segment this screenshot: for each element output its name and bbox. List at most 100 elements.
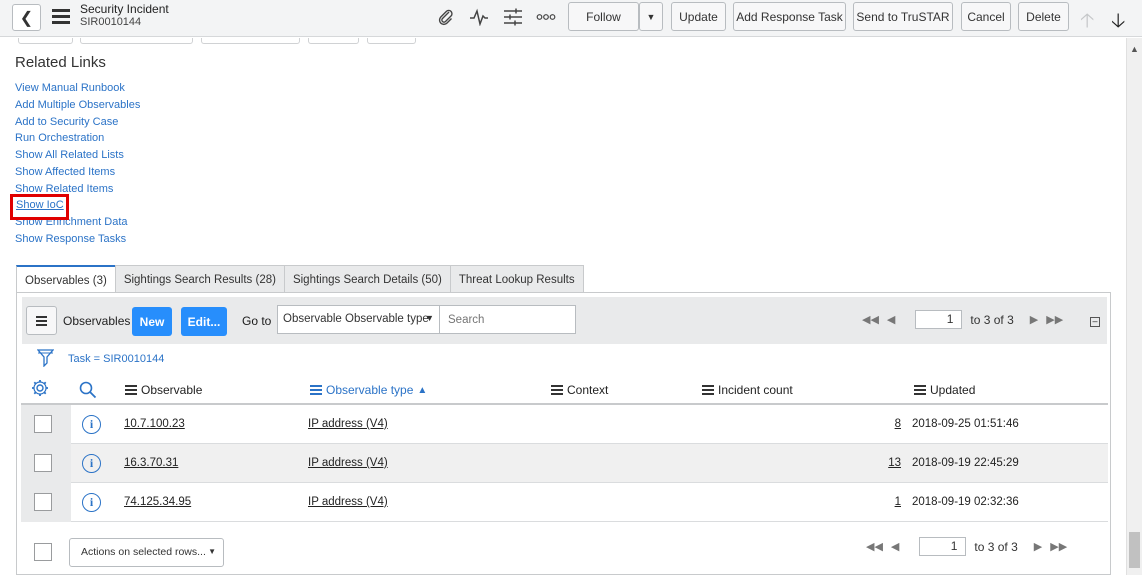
arrow-down-icon[interactable]: 🡣 <box>1111 6 1125 40</box>
pager-bottom: ◀◀ ◀ 1 to 3 of 3 ▶ ▶▶ <box>862 537 1071 556</box>
cutoff-button <box>367 38 416 44</box>
column-context[interactable]: Context <box>551 383 608 397</box>
back-icon: ❮ <box>19 9 34 27</box>
row-checkbox[interactable] <box>34 415 52 433</box>
column-observable[interactable]: Observable <box>125 383 202 397</box>
info-icon[interactable]: i <box>82 415 101 434</box>
observable-type-link[interactable]: IP address (V4) <box>308 496 388 508</box>
delete-button[interactable]: Delete <box>1018 2 1069 31</box>
new-button[interactable]: New <box>132 307 172 336</box>
tab-sightings-search-results[interactable]: Sightings Search Results (28) <box>114 265 285 293</box>
tab-sightings-search-details[interactable]: Sightings Search Details (50) <box>283 265 451 293</box>
chevron-down-icon: ▼ <box>425 313 434 323</box>
cutoff-button <box>308 38 359 44</box>
tab-observables[interactable]: Observables (3) <box>16 265 116 294</box>
cutoff-button <box>201 38 300 44</box>
update-button[interactable]: Update <box>671 2 726 31</box>
row-checkbox[interactable] <box>34 454 52 472</box>
first-page-icon[interactable]: ◀◀ <box>866 540 883 553</box>
page-input[interactable]: 1 <box>915 310 963 329</box>
select-all-checkbox[interactable] <box>34 543 52 561</box>
actions-select-value: Actions on selected rows... <box>81 546 206 558</box>
add-response-task-button[interactable]: Add Response Task <box>733 2 846 31</box>
observable-link[interactable]: 74.125.34.95 <box>124 496 191 508</box>
vertical-scrollbar[interactable]: ▲ <box>1126 38 1142 575</box>
send-to-trustar-button[interactable]: Send to TruSTAR <box>853 2 953 31</box>
follow-button[interactable]: Follow <box>568 2 639 31</box>
page-range: to 3 of 3 <box>970 312 1014 327</box>
link-show-all-related-lists[interactable]: Show All Related Lists <box>15 147 140 164</box>
edit-button[interactable]: Edit... <box>181 307 227 336</box>
related-list-tabs: Observables (3) Sightings Search Results… <box>16 265 584 294</box>
form-header: ❮ Security Incident SIR0010144 Follow ▼ … <box>0 0 1142 37</box>
hamburger-icon[interactable] <box>52 9 70 24</box>
link-show-ioc[interactable]: Show IoC <box>16 199 64 211</box>
link-show-response-tasks[interactable]: Show Response Tasks <box>15 231 140 248</box>
paperclip-icon[interactable] <box>434 6 458 28</box>
link-show-affected-items[interactable]: Show Affected Items <box>15 164 140 181</box>
column-observable-type[interactable]: Observable type ▲ <box>310 383 427 397</box>
incident-count-link[interactable]: 8 <box>871 418 901 430</box>
row-checkbox[interactable] <box>34 493 52 511</box>
observable-type-link[interactable]: IP address (V4) <box>308 418 388 430</box>
table-row: i 16.3.70.31 IP address (V4) 13 2018-09-… <box>21 444 1108 483</box>
prev-page-icon[interactable]: ◀ <box>887 313 895 326</box>
goto-field-value: Observable Observable type <box>283 313 429 325</box>
first-page-icon[interactable]: ◀◀ <box>862 313 879 326</box>
related-links-title: Related Links <box>15 54 106 71</box>
observable-type-link[interactable]: IP address (V4) <box>308 457 388 469</box>
link-add-to-security-case[interactable]: Add to Security Case <box>15 114 140 131</box>
prev-page-icon[interactable]: ◀ <box>891 540 899 553</box>
record-number: SIR0010144 <box>80 16 142 28</box>
link-view-manual-runbook[interactable]: View Manual Runbook <box>15 80 140 97</box>
table-row: i 74.125.34.95 IP address (V4) 1 2018-09… <box>21 483 1108 522</box>
list-toolbar: Observables New Edit... Go to Observable… <box>22 297 1107 344</box>
incident-count-link[interactable]: 1 <box>871 496 901 508</box>
highlight-box: Show IoC <box>10 194 69 220</box>
cancel-button[interactable]: Cancel <box>961 2 1011 31</box>
link-add-multiple-observables[interactable]: Add Multiple Observables <box>15 97 140 114</box>
tab-threat-lookup-results[interactable]: Threat Lookup Results <box>449 265 584 293</box>
actions-select[interactable]: Actions on selected rows... ▼ <box>69 538 224 567</box>
record-type: Security Incident <box>80 2 169 16</box>
last-page-icon[interactable]: ▶▶ <box>1046 313 1063 326</box>
observable-link[interactable]: 10.7.100.23 <box>124 418 185 430</box>
observable-link[interactable]: 16.3.70.31 <box>124 457 178 469</box>
column-updated[interactable]: Updated <box>914 383 975 397</box>
next-page-icon[interactable]: ▶ <box>1030 313 1038 326</box>
activity-icon[interactable] <box>467 6 491 28</box>
collapse-icon[interactable]: – <box>1090 317 1100 327</box>
info-icon[interactable]: i <box>82 454 101 473</box>
link-run-orchestration[interactable]: Run Orchestration <box>15 130 140 147</box>
related-links-list: View Manual Runbook Add Multiple Observa… <box>15 80 140 248</box>
back-button[interactable]: ❮ <box>12 4 41 31</box>
cutoff-button <box>18 38 73 44</box>
list-menu-button[interactable] <box>26 306 57 335</box>
goto-label: Go to <box>242 314 272 328</box>
sort-ascending-icon: ▲ <box>417 384 428 396</box>
chevron-down-icon: ▼ <box>646 11 656 22</box>
next-page-icon[interactable]: ▶ <box>1034 540 1042 553</box>
page-input[interactable]: 1 <box>919 537 967 556</box>
search-icon[interactable] <box>79 381 97 402</box>
incident-count-link[interactable]: 13 <box>871 457 901 469</box>
gear-icon[interactable] <box>31 379 49 400</box>
last-page-icon[interactable]: ▶▶ <box>1050 540 1067 553</box>
info-icon[interactable]: i <box>82 493 101 512</box>
chevron-down-icon: ▼ <box>208 547 216 556</box>
filter-icon[interactable] <box>36 349 55 370</box>
observables-list-panel: Observables New Edit... Go to Observable… <box>16 292 1111 575</box>
list-search-input[interactable] <box>440 305 576 334</box>
arrow-up-icon[interactable]: 🡡 <box>1080 6 1094 40</box>
updated-value: 2018-09-19 22:45:29 <box>912 457 1019 469</box>
updated-value: 2018-09-25 01:51:46 <box>912 418 1019 430</box>
column-incident-count[interactable]: Incident count <box>702 383 793 397</box>
more-icon[interactable] <box>534 6 558 28</box>
follow-dropdown-button[interactable]: ▼ <box>639 2 663 31</box>
scroll-up-icon[interactable]: ▲ <box>1130 44 1139 54</box>
scrollbar-thumb[interactable] <box>1129 532 1140 568</box>
updated-value: 2018-09-19 02:32:36 <box>912 496 1019 508</box>
settings-sliders-icon[interactable] <box>501 6 525 28</box>
filter-breadcrumb[interactable]: Task = SIR0010144 <box>68 353 164 365</box>
goto-field-select[interactable]: Observable Observable type ▼ <box>277 305 440 334</box>
